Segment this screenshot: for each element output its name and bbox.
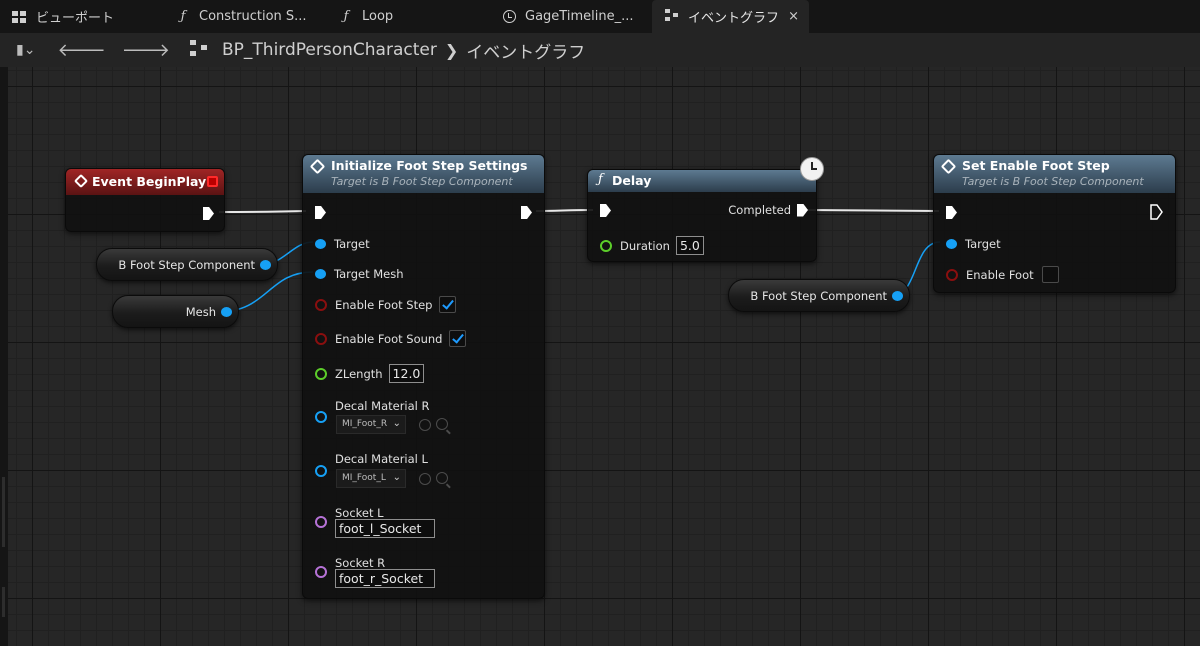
zlength-input[interactable]: 12.0 — [388, 364, 425, 383]
socket-l-input[interactable]: foot_l_Socket — [335, 519, 435, 538]
node-title: Set Enable Foot Step — [962, 158, 1110, 173]
function-node-icon — [940, 158, 957, 175]
socket-r-pin-icon[interactable] — [315, 566, 327, 578]
exec-in-pin[interactable] — [600, 204, 611, 217]
exec-out-pin[interactable] — [203, 207, 214, 220]
node-title: Initialize Foot Step Settings — [331, 158, 528, 173]
node-header: Set Enable Foot Step Target is B Foot St… — [934, 155, 1175, 193]
enable-foot-sound-checkbox[interactable] — [449, 330, 467, 347]
breadcrumb-root[interactable]: BP_ThirdPersonCharacter — [222, 40, 437, 60]
target-mesh-pin[interactable]: Target Mesh — [315, 267, 404, 281]
initialize-foot-step-settings-node[interactable]: Initialize Foot Step Settings Target is … — [302, 154, 545, 599]
tab-viewport[interactable]: ビューポート — [0, 0, 163, 33]
latent-clock-icon — [800, 157, 824, 181]
exec-out-hollow-icon — [1150, 204, 1163, 220]
graph-icon — [190, 39, 208, 61]
decal-material-r-pin[interactable]: Decal Material R — [315, 399, 430, 413]
tab-label: ビューポート — [36, 11, 115, 26]
browse-search-icon[interactable] — [436, 472, 448, 484]
tab-event-graph[interactable]: イベントグラフ × — [652, 0, 809, 33]
decal-material-l-pin-icon[interactable] — [315, 465, 327, 477]
tab-bar: ビューポート ƒ Construction S... ƒ Loop GageTi… — [0, 0, 1200, 33]
enable-foot-sound-pin[interactable]: Enable Foot Sound — [315, 330, 467, 347]
object-out-pin[interactable] — [892, 291, 903, 301]
mesh-getter[interactable]: Mesh — [112, 295, 239, 328]
graph-canvas[interactable]: Event BeginPlay Initialize Foot Step Set… — [8, 67, 1200, 646]
exec-out-pin[interactable] — [521, 206, 532, 219]
event-icon — [73, 173, 89, 189]
left-edge-strip — [0, 67, 8, 646]
function-icon: ƒ — [343, 9, 349, 24]
chevron-down-icon: ⌄ — [392, 418, 401, 429]
tab-label: Construction S... — [199, 9, 307, 24]
breadcrumb-current: イベントグラフ — [466, 42, 586, 63]
browse-search-icon[interactable] — [436, 418, 448, 430]
duration-input[interactable]: 5.0 — [675, 236, 704, 255]
set-enable-foot-step-node[interactable]: Set Enable Foot Step Target is B Foot St… — [933, 154, 1176, 293]
exec-out-pin[interactable] — [1150, 204, 1163, 220]
tab-label: イベントグラフ — [688, 11, 780, 26]
delegate-pin-icon[interactable] — [207, 176, 218, 187]
node-header: Initialize Foot Step Settings Target is … — [303, 155, 544, 193]
use-selected-asset-icon[interactable] — [419, 419, 431, 431]
function-node-icon — [309, 158, 326, 175]
enable-foot-step-pin[interactable]: Enable Foot Step — [315, 296, 457, 313]
decal-material-r-dropdown[interactable]: MI_Foot_R ⌄ — [336, 415, 406, 434]
delay-node[interactable]: ƒ Delay Completed Duration 5.0 — [587, 157, 824, 262]
socket-l-pin-icon[interactable] — [315, 516, 327, 528]
tab-label: GageTimeline_... — [525, 9, 634, 24]
enable-foot-pin[interactable]: Enable Foot — [946, 266, 1059, 283]
forward-arrow-icon[interactable]: 🡒 — [122, 40, 170, 61]
decal-material-r-pin-icon[interactable] — [315, 411, 327, 423]
node-subtitle: Target is B Foot Step Component — [962, 175, 1144, 188]
decal-material-l-dropdown[interactable]: MI_Foot_L ⌄ — [336, 469, 406, 488]
tab-label: Loop — [362, 9, 394, 24]
completed-pin[interactable]: Completed — [728, 203, 808, 217]
use-selected-asset-icon[interactable] — [419, 473, 431, 485]
node-header: Event BeginPlay — [66, 169, 224, 195]
socket-r-input[interactable]: foot_r_Socket — [335, 569, 435, 588]
breadcrumb-separator: ❯ — [444, 40, 459, 60]
back-arrow-icon[interactable]: 🡐 — [57, 40, 105, 61]
object-out-pin[interactable] — [260, 260, 271, 270]
close-tab-icon[interactable]: × — [788, 9, 799, 24]
tab-construction-script[interactable]: ƒ Construction S... — [163, 0, 326, 33]
target-pin[interactable]: Target — [946, 237, 1001, 251]
node-header: ƒ Delay — [588, 170, 816, 192]
chevron-down-icon: ⌄ — [392, 472, 401, 483]
breadcrumb: BP_ThirdPersonCharacter ❯ イベントグラフ — [190, 38, 585, 63]
exec-wire — [218, 210, 307, 213]
node-subtitle: Target is B Foot Step Component — [331, 175, 513, 188]
enable-foot-checkbox[interactable] — [1041, 266, 1059, 283]
function-icon: ƒ — [598, 172, 603, 187]
node-title: Event BeginPlay — [92, 174, 207, 189]
exec-in-pin[interactable] — [315, 206, 326, 219]
target-pin[interactable]: Target — [315, 237, 370, 251]
object-out-pin[interactable] — [221, 307, 232, 317]
node-title: Delay — [612, 173, 652, 188]
graph-toolbar: ▮⌄ 🡐 🡒 BP_ThirdPersonCharacter ❯ イベントグラフ — [0, 33, 1200, 67]
function-icon: ƒ — [180, 9, 186, 24]
b-foot-step-component-getter-2[interactable]: B Foot Step Component — [728, 279, 910, 312]
b-foot-step-component-getter[interactable]: B Foot Step Component — [96, 248, 278, 281]
enable-foot-step-checkbox[interactable] — [439, 296, 457, 313]
decal-material-l-pin[interactable]: Decal Material L — [315, 452, 428, 466]
exec-in-pin[interactable] — [946, 206, 957, 219]
exec-wire — [804, 209, 940, 212]
bookmark-dropdown-button[interactable]: ▮⌄ — [16, 42, 35, 58]
clock-icon — [501, 10, 517, 23]
tab-gage-timeline[interactable]: GageTimeline_... — [489, 0, 652, 33]
zlength-pin[interactable]: ZLength 12.0 — [315, 364, 425, 383]
viewport-grid-icon — [12, 10, 28, 23]
duration-pin[interactable]: Duration 5.0 — [600, 236, 704, 255]
event-beginplay-node[interactable]: Event BeginPlay — [65, 168, 225, 232]
tab-loop[interactable]: ƒ Loop — [326, 0, 489, 33]
graph-icon — [664, 8, 680, 25]
